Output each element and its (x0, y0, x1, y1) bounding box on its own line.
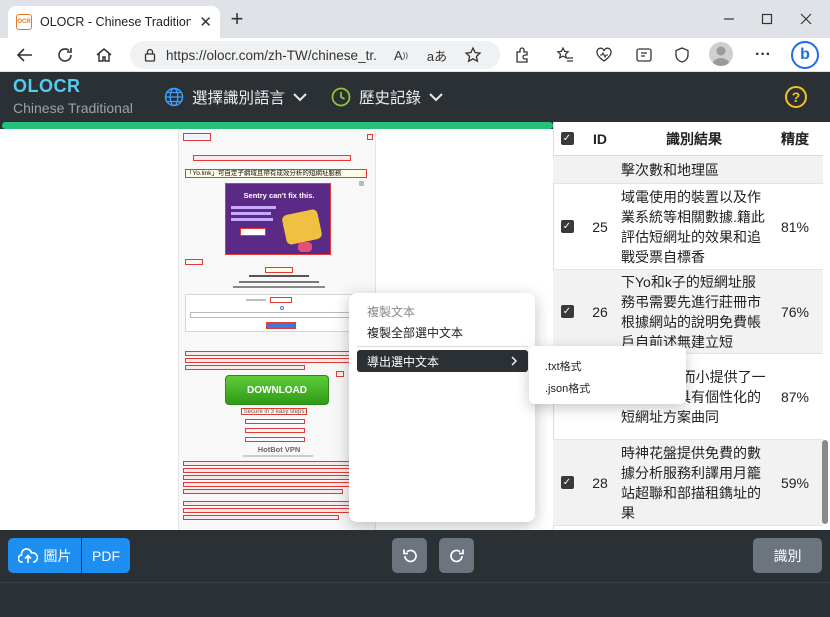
result-text: 下Yo和k子的短網址服務弔需要先進行莊冊市根據網站的說明免費帳戶自前述無建立短 (621, 273, 761, 350)
minimize-icon[interactable] (711, 6, 747, 32)
result-text: 域電使用的裝置以及作業系統等相關數據.籍此評估短網址的效果和追戰受票自標香 (621, 188, 765, 265)
accuracy-value: 81% (780, 218, 810, 235)
help-icon[interactable]: ? (785, 86, 807, 108)
site-favicon: OCR (16, 14, 32, 30)
profile-avatar[interactable] (709, 42, 733, 66)
chevron-down-icon (293, 92, 307, 102)
document-preview[interactable]: 「Yo.link」可自定子網域且帶有成效分析的短網址服務 Sentry can'… (178, 129, 376, 530)
app-subtitle: Chinese Traditional (13, 100, 133, 116)
column-id: ID (593, 130, 607, 147)
favorites-icon[interactable] (553, 43, 577, 67)
extensions-icon[interactable] (510, 43, 534, 67)
health-icon[interactable] (592, 43, 616, 67)
browser-tab[interactable]: OCR OLOCR - Chinese Traditional OCR ✕ (8, 6, 220, 38)
result-text: 擊次數和地理區 (621, 161, 719, 178)
upload-image-button[interactable]: 圖片 (8, 538, 81, 573)
new-tab-icon[interactable]: + (226, 8, 248, 32)
language-dropdown[interactable]: 選擇識別語言 (164, 86, 307, 108)
row-id: 28 (592, 474, 608, 491)
rotate-right-button[interactable] (439, 538, 474, 573)
export-txt-option[interactable]: .txt格式 (545, 358, 582, 374)
ocr-highlight-title: 「Yo.link」可自定子網域且帶有成效分析的短網址服務 (185, 169, 367, 178)
chevron-down-icon (429, 92, 443, 102)
favorite-star-icon[interactable] (461, 43, 485, 67)
table-row[interactable]: ✓ 25 域電使用的裝置以及作業系統等相關數據.籍此評估短網址的效果和追戰受票自… (553, 184, 823, 270)
accuracy-value: 76% (780, 303, 810, 320)
home-icon[interactable] (92, 43, 116, 67)
column-result: 識別結果 (666, 130, 722, 147)
menu-copy-all[interactable]: 複製全部選中文本 (349, 320, 535, 344)
progress-bar (2, 122, 553, 129)
window-close-icon[interactable] (788, 6, 824, 32)
results-scrollbar[interactable] (822, 440, 828, 524)
history-dropdown[interactable]: 歷史記錄 (331, 86, 443, 108)
chevron-right-icon (510, 356, 518, 366)
results-table-header: ✓ ID 識別結果 精度 (553, 122, 823, 156)
browser-essentials-icon[interactable] (670, 43, 694, 67)
menu-export-label: 導出選中文本 (367, 354, 440, 369)
tab-title: OLOCR - Chinese Traditional OCR (40, 15, 192, 29)
cloud-upload-icon (17, 547, 38, 564)
rotate-right-icon (448, 547, 466, 565)
export-json-option[interactable]: .json格式 (545, 380, 590, 396)
select-all-checkbox[interactable]: ✓ (560, 132, 574, 145)
history-label: 歷史記錄 (359, 90, 422, 107)
more-options-icon[interactable]: ··· (751, 43, 775, 67)
upload-image-label: 圖片 (43, 547, 72, 564)
row-id: 25 (592, 218, 608, 235)
row-checkbox[interactable]: ✓ (560, 305, 574, 318)
lock-icon (144, 48, 156, 62)
collections-icon[interactable] (632, 43, 656, 67)
accuracy-value: 87% (780, 388, 810, 405)
app-logo[interactable]: OLOCR (13, 76, 81, 97)
column-accuracy: 精度 (781, 130, 809, 147)
doc-download-button: DOWNLOAD (225, 375, 329, 405)
accuracy-value: 59% (780, 474, 810, 491)
recognize-button[interactable]: 識別 (753, 538, 822, 573)
read-aloud-icon[interactable]: A)) (389, 43, 413, 67)
pdf-button[interactable]: PDF (82, 538, 130, 573)
clock-icon (331, 87, 351, 107)
table-row-partial: 擊次數和地理區 (553, 156, 823, 184)
language-label: 選擇識別語言 (192, 90, 286, 107)
copilot-icon[interactable]: b (791, 41, 819, 69)
maximize-icon[interactable] (749, 6, 785, 32)
rotate-left-button[interactable] (392, 538, 427, 573)
rotate-left-icon (401, 547, 419, 565)
sentry-ad-image: Sentry can't fix this. (225, 183, 331, 255)
table-row[interactable]: ✓ 26 下Yo和k子的短網址服務弔需要先進行莊冊市根據網站的說明免費帳戶自前述… (553, 270, 823, 354)
refresh-icon[interactable] (53, 43, 77, 67)
table-row[interactable]: ✓ 28 時神花盤提供免費的數據分析服務利譯用月籠站超聯和部描租鐫址的果 59% (553, 440, 823, 526)
menu-divider (357, 346, 528, 347)
translate-icon[interactable]: aあ (425, 43, 449, 67)
footer-strip (0, 582, 830, 617)
url-text: https://olocr.com/zh-TW/chinese_tr... (166, 47, 376, 63)
row-checkbox[interactable]: ✓ (560, 476, 574, 489)
row-id: 26 (592, 303, 608, 320)
close-tab-icon[interactable]: ✕ (199, 13, 212, 31)
row-checkbox[interactable]: ✓ (560, 220, 574, 233)
globe-icon (164, 87, 184, 107)
back-icon[interactable] (13, 43, 37, 67)
result-text: 時神花盤提供免費的數據分析服務利譯用月籠站超聯和部描租鐫址的果 (621, 444, 761, 521)
menu-export[interactable]: 導出選中文本 (357, 350, 528, 372)
